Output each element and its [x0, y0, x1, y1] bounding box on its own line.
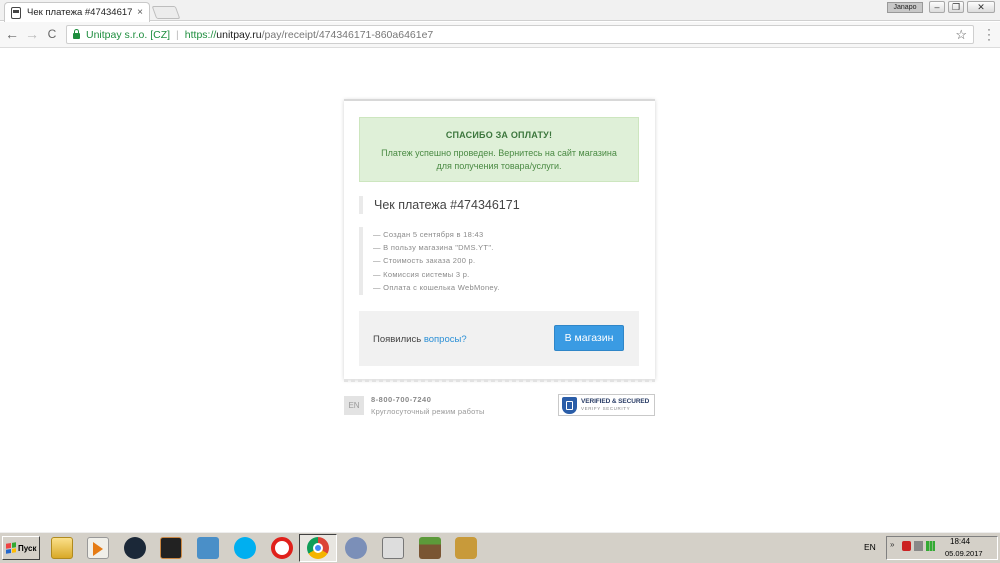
- payment-details: — Создан 5 сентября в 18:43 — В пользу м…: [359, 227, 500, 296]
- opera-icon[interactable]: [271, 537, 293, 559]
- browser-tab[interactable]: Чек платежа #474346171 ×: [4, 2, 150, 22]
- skyrim-icon[interactable]: [382, 537, 404, 559]
- lock-icon: [73, 29, 80, 39]
- explorer-icon[interactable]: [51, 537, 73, 559]
- media-player-icon[interactable]: [87, 537, 109, 559]
- clock-time[interactable]: 18:44: [950, 537, 970, 546]
- success-alert: СПАСИБО ЗА ОПЛАТУ! Платеж успешно провед…: [359, 117, 639, 182]
- tray-expand-icon[interactable]: »: [890, 540, 899, 550]
- support-hours: Круглосуточный режим работы: [371, 407, 485, 416]
- page-viewport: СПАСИБО ЗА ОПЛАТУ! Платеж успешно провед…: [0, 49, 1000, 531]
- new-tab-button[interactable]: [151, 6, 181, 19]
- signal-icon[interactable]: [926, 541, 935, 551]
- close-window-button[interactable]: ✕: [967, 1, 995, 13]
- chrome-icon[interactable]: [307, 537, 329, 559]
- support-phone: 8-800-700-7240: [371, 395, 432, 404]
- minecraft-icon[interactable]: [419, 537, 441, 559]
- start-button[interactable]: Пуск: [2, 536, 40, 560]
- detail-shop: — В пользу магазина "DMS.YT".: [373, 243, 494, 253]
- bookmark-star-icon[interactable]: ☆: [955, 27, 967, 43]
- tor-icon[interactable]: [345, 537, 367, 559]
- back-to-shop-button[interactable]: В магазин: [554, 325, 624, 351]
- url-path: /pay/receipt/474346171-860a6461e7: [261, 28, 434, 41]
- browser-toolbar: ← → C Unitpay s.r.o. [CZ] | https:// uni…: [0, 22, 1000, 48]
- forward-button[interactable]: →: [24, 26, 40, 42]
- detail-created: — Создан 5 сентября в 18:43: [373, 230, 484, 239]
- ev-certificate-name: Unitpay s.r.o. [CZ]: [86, 28, 171, 41]
- receipt-card: СПАСИБО ЗА ОПЛАТУ! Платеж успешно провед…: [344, 99, 655, 382]
- questions-prefix: Появились: [373, 334, 424, 345]
- detail-cost: — Стоимость заказа 200 р.: [373, 256, 476, 266]
- tab-strip: Чек платежа #474346171 × Janapo – ❐ ✕: [0, 0, 1000, 22]
- url-host: unitpay.ru: [216, 28, 262, 41]
- clock-date[interactable]: 05.09.2017: [945, 549, 983, 558]
- url-separator: |: [176, 28, 179, 41]
- questions-link[interactable]: вопросы?: [424, 334, 467, 345]
- network-icon[interactable]: [914, 541, 923, 551]
- verified-title: VERIFIED & SECURED: [581, 398, 650, 405]
- tray-language[interactable]: EN: [864, 542, 876, 552]
- vk-icon[interactable]: [197, 537, 219, 559]
- back-button[interactable]: ←: [4, 26, 20, 42]
- actions-panel: Появились вопросы? В магазин: [359, 311, 639, 366]
- browser-menu-icon[interactable]: · · ·: [984, 23, 994, 45]
- start-label: Пуск: [18, 543, 37, 553]
- skype-icon[interactable]: [234, 537, 256, 559]
- shield-icon: [562, 396, 577, 414]
- receipt-favicon-icon: [11, 6, 21, 19]
- verified-secured-badge[interactable]: VERIFIED & SECURED VERIFY SECURITY: [558, 394, 655, 416]
- address-bar[interactable]: Unitpay s.r.o. [CZ] | https:// unitpay.r…: [66, 25, 974, 44]
- tab-title: Чек платежа #474346171: [27, 7, 134, 18]
- tab-close-icon[interactable]: ×: [137, 7, 143, 18]
- game-icon[interactable]: [160, 537, 182, 559]
- success-message: Платеж успешно проведен. Вернитесь на са…: [381, 148, 617, 171]
- questions-text: Появились вопросы?: [373, 334, 467, 345]
- windows-flag-icon: [6, 542, 16, 554]
- receipt-title: Чек платежа #474346171: [359, 196, 520, 214]
- taskbar: Пуск EN » 18:44 05.09.2017: [0, 531, 1000, 563]
- success-title: СПАСИБО ЗА ОПЛАТУ!: [445, 130, 553, 140]
- detail-payment-method: — Оплата с кошелька WebMoney.: [373, 282, 500, 292]
- antivirus-icon[interactable]: [902, 541, 911, 551]
- reload-button[interactable]: C: [44, 26, 60, 42]
- profile-button[interactable]: Janapo: [887, 2, 923, 13]
- detail-commission: — Комиссия системы 3 р.: [373, 269, 470, 279]
- steam-icon[interactable]: [124, 537, 146, 559]
- language-switch[interactable]: EN: [344, 396, 364, 415]
- verified-subtitle: VERIFY SECURITY: [581, 406, 631, 411]
- game2-icon[interactable]: [455, 537, 477, 559]
- url-scheme: https://: [184, 28, 217, 41]
- minimize-button[interactable]: –: [929, 1, 945, 13]
- maximize-button[interactable]: ❐: [948, 1, 964, 13]
